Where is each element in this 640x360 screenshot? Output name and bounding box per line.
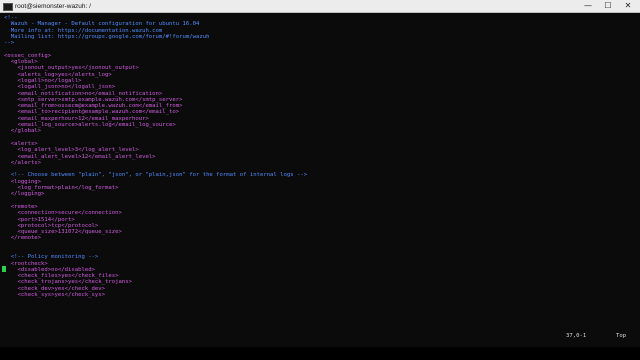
scroll-position-readout: Top <box>616 333 627 339</box>
cursor-position-readout: 37,0-1 <box>566 333 587 339</box>
terminal-app-icon <box>3 3 13 11</box>
window-titlebar[interactable]: root@siemonster-wazuh: / — ☐ ✕ <box>0 0 640 13</box>
close-button[interactable]: ✕ <box>618 0 638 12</box>
text-cursor <box>2 266 6 272</box>
terminal-line: <check_sys>yes</check_sys> <box>4 292 106 299</box>
maximize-button[interactable]: ☐ <box>598 0 618 12</box>
window-title: root@siemonster-wazuh: / <box>15 3 91 10</box>
minimize-button[interactable]: — <box>578 0 598 12</box>
terminal-text-area[interactable]: <!-- Wazuh - Manager - Default configura… <box>4 15 634 333</box>
